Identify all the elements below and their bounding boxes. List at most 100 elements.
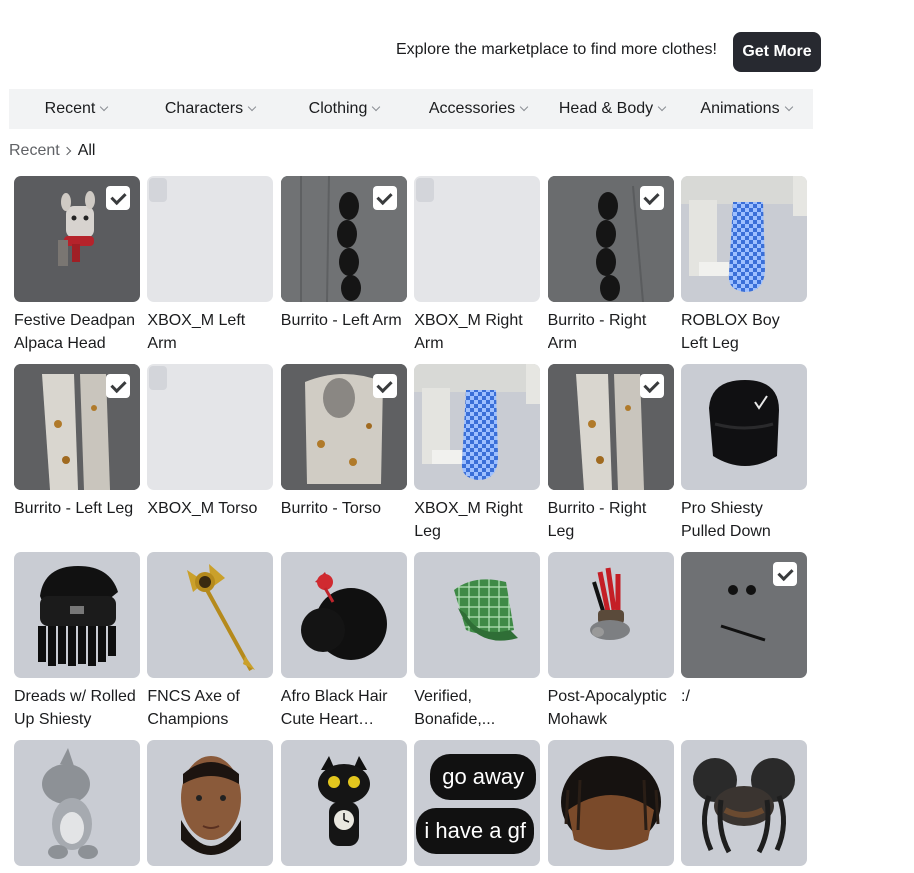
item-thumbnail [280, 740, 407, 866]
inventory-item-card[interactable]: Pro Shiesty Pulled Down [681, 364, 807, 543]
tab-characters[interactable]: Characters [143, 89, 277, 129]
promo-banner: Explore the marketplace to find more clo… [0, 32, 821, 72]
item-thumbnail [280, 364, 407, 490]
tab-recent[interactable]: Recent [9, 89, 143, 129]
checkmark-icon [773, 562, 797, 586]
bubble-text-2: i have a gf [424, 818, 526, 843]
item-thumbnail [414, 552, 541, 678]
item-thumbnail [547, 740, 674, 866]
item-thumbnail [14, 176, 140, 302]
inventory-item-card[interactable]: XBOX_M Right Leg [414, 364, 541, 543]
tab-head-body[interactable]: Head & Body [545, 89, 679, 129]
item-name: Festive Deadpan Alpaca Head [14, 312, 135, 352]
tab-animations[interactable]: Animations [679, 89, 813, 129]
tab-label: Animations [700, 100, 780, 117]
inventory-item-card[interactable]: Post-Apocalyptic Mohawk [547, 552, 674, 731]
item-name: Burrito - Left Arm [280, 312, 402, 329]
chevron-down-icon [100, 102, 109, 112]
tab-label: Characters [164, 100, 244, 117]
chevron-down-icon [657, 102, 667, 112]
item-thumbnail [681, 176, 807, 302]
item-name: FNCS Axe of Champions [147, 688, 240, 728]
bubble-text-1: go away [442, 764, 525, 789]
item-thumbnail [147, 176, 274, 302]
inventory-item-card[interactable]: Dreads w/ Rolled Up Shiesty [14, 552, 140, 731]
item-thumbnail [681, 740, 807, 866]
item-name: XBOX_M Right Arm [414, 312, 523, 352]
item-thumbnail: go away i have a gf [414, 740, 541, 866]
item-name: :/ [681, 688, 690, 705]
item-name: Burrito - Torso [280, 500, 381, 517]
breadcrumb: Recent All [9, 142, 95, 160]
item-name: Afro Black Hair Cute Heart Fork... [280, 688, 388, 728]
breadcrumb-current: All [77, 142, 96, 159]
inventory-item-card[interactable]: Burrito - Left Leg [14, 364, 140, 520]
inventory-item-card[interactable]: :/ [681, 552, 807, 708]
chevron-down-icon [784, 102, 793, 112]
checkmark-icon [639, 374, 664, 398]
item-thumbnail [147, 740, 274, 866]
inventory-item-card[interactable]: Afro Black Hair Cute Heart Fork... [280, 552, 407, 731]
inventory-item-card[interactable]: Burrito - Left Arm [280, 176, 407, 332]
inventory-item-card[interactable]: ROBLOX Boy Left Leg [681, 176, 807, 355]
loading-placeholder [416, 178, 435, 202]
checkmark-icon [106, 186, 130, 210]
inventory-item-card[interactable] [280, 740, 407, 873]
inventory-item-card[interactable]: XBOX_M Right Arm [414, 176, 541, 355]
tab-label: Clothing [308, 100, 368, 117]
tab-label: Head & Body [558, 100, 654, 117]
item-thumbnail [14, 364, 140, 490]
item-thumbnail [681, 552, 807, 678]
inventory-item-card[interactable]: go away i have a gf [414, 740, 541, 873]
breadcrumb-parent[interactable]: Recent [9, 142, 60, 160]
chevron-down-icon [372, 102, 381, 112]
item-name: Verified, Bonafide,... [414, 688, 496, 728]
item-name: Burrito - Left Leg [14, 500, 134, 517]
item-thumbnail [14, 552, 140, 678]
inventory-item-card[interactable]: Verified, Bonafide,... [414, 552, 541, 731]
breadcrumb-separator-icon [62, 146, 71, 156]
loading-placeholder [149, 366, 168, 390]
item-thumbnail [547, 176, 674, 302]
inventory-item-card[interactable]: Festive Deadpan Alpaca Head [14, 176, 140, 355]
inventory-item-card[interactable]: Burrito - Torso [280, 364, 407, 520]
checkmark-icon [106, 374, 130, 398]
inventory-item-card[interactable]: Burrito - Right Arm [547, 176, 674, 355]
checkmark-icon [372, 186, 397, 210]
item-name: Post-Apocalyptic Mohawk [547, 688, 667, 728]
promo-text: Explore the marketplace to find more clo… [395, 41, 717, 58]
item-thumbnail [147, 552, 274, 678]
item-thumbnail [681, 364, 807, 490]
loading-placeholder [149, 178, 168, 202]
chevron-down-icon [247, 102, 257, 112]
tab-label: Recent [44, 100, 96, 117]
checkmark-icon [639, 186, 664, 210]
item-thumbnail [280, 552, 407, 678]
item-thumbnail [147, 364, 274, 490]
inventory-item-card[interactable]: XBOX_M Torso [147, 364, 274, 520]
inventory-item-card[interactable] [681, 740, 807, 873]
item-thumbnail [547, 364, 674, 490]
inventory-item-card[interactable]: XBOX_M Left Arm [147, 176, 274, 355]
tab-clothing[interactable]: Clothing [277, 89, 411, 129]
item-name: ROBLOX Boy Left Leg [681, 312, 780, 352]
inventory-item-card[interactable] [147, 740, 274, 873]
item-thumbnail [414, 176, 541, 302]
inventory-item-card[interactable] [14, 740, 140, 873]
item-name: XBOX_M Torso [147, 500, 258, 517]
item-name: Burrito - Right Leg [547, 500, 647, 540]
checkmark-icon [372, 374, 397, 398]
item-name: XBOX_M Left Arm [147, 312, 246, 352]
inventory-item-card[interactable]: FNCS Axe of Champions [147, 552, 274, 731]
item-thumbnail [280, 176, 407, 302]
item-thumbnail [14, 740, 140, 866]
inventory-item-card[interactable]: Burrito - Right Leg [547, 364, 674, 543]
item-thumbnail [547, 552, 674, 678]
tab-label: Accessories [428, 100, 516, 117]
get-more-button[interactable]: Get More [733, 32, 821, 72]
inventory-item-card[interactable] [547, 740, 674, 873]
chevron-down-icon [519, 102, 529, 112]
item-name: XBOX_M Right Leg [414, 500, 523, 540]
tab-accessories[interactable]: Accessories [411, 89, 545, 129]
category-tabs: Recent Characters Clothing Accessories Head … [9, 89, 813, 129]
